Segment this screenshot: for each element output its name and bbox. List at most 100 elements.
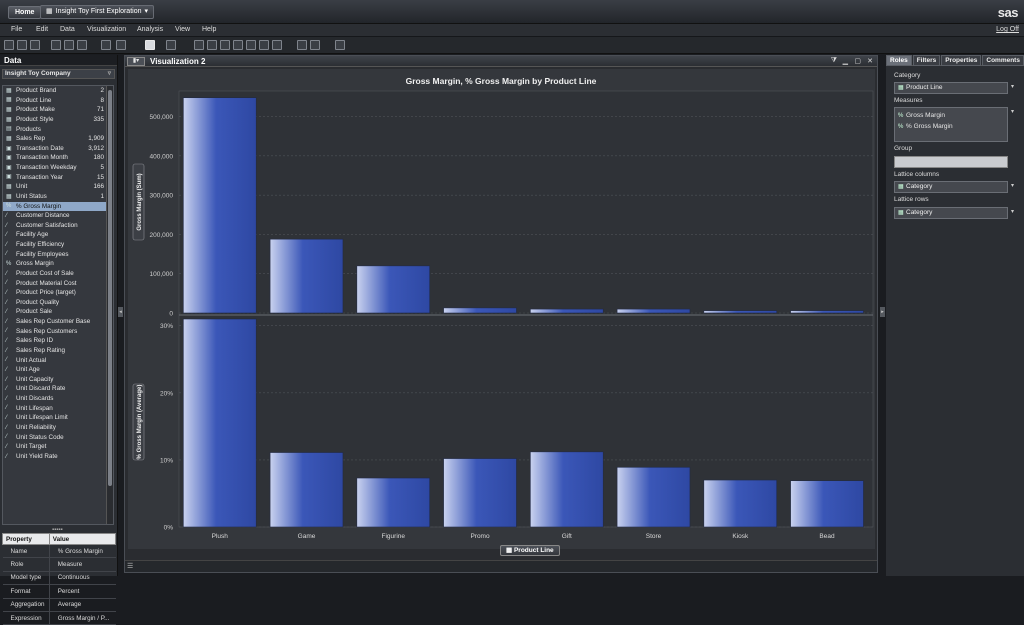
paste-icon[interactable]	[116, 40, 126, 50]
category-role-field[interactable]: ▦ Product Line	[894, 82, 1008, 94]
property-row[interactable]: Expression Gross Margin / P...	[2, 611, 116, 625]
data-item[interactable]: ⁄ Unit Target	[3, 442, 113, 452]
data-item[interactable]: ⁄ Unit Discard Rate	[3, 384, 113, 394]
data-item[interactable]: ⁄ Unit Lifespan	[3, 404, 113, 414]
data-item[interactable]: ▣ Transaction Weekday 5	[3, 163, 113, 173]
bar-chart-icon[interactable]: ▮▾	[127, 57, 145, 66]
data-item[interactable]: ▣ Transaction Month 180	[3, 153, 113, 163]
measure-item[interactable]: % Gross Margin	[898, 110, 1004, 121]
property-row[interactable]: Aggregation Average	[2, 598, 116, 612]
data-item[interactable]: ⁄ Unit Discards	[3, 394, 113, 404]
data-item[interactable]: % % Gross Margin	[3, 201, 113, 212]
tab-properties[interactable]: Properties	[941, 55, 982, 66]
data-item[interactable]: ⁄ Product Material Cost	[3, 279, 113, 289]
menu-view[interactable]: View	[175, 26, 190, 33]
collapse-right-icon[interactable]: ▸	[880, 307, 885, 317]
measure-item[interactable]: %% Gross Margin	[898, 121, 1004, 132]
data-item[interactable]: ⁄ Unit Status Code	[3, 433, 113, 443]
brush-icon[interactable]	[166, 40, 176, 50]
chevron-down-icon[interactable]: ▾	[1011, 83, 1014, 90]
data-item[interactable]: ▦ Product Make 71	[3, 105, 113, 115]
property-row[interactable]: Format Percent	[2, 584, 116, 599]
bar-chart-icon[interactable]	[220, 40, 230, 50]
data-item[interactable]: ▣ Transaction Year 15	[3, 173, 113, 183]
data-item[interactable]: ▣ Transaction Date 3,912	[3, 144, 113, 154]
data-item[interactable]: ⁄ Unit Yield Rate	[3, 452, 113, 462]
data-list-scrollbar[interactable]	[106, 86, 113, 524]
chevron-down-icon[interactable]: ▾	[144, 6, 148, 18]
bubble-icon[interactable]	[259, 40, 269, 50]
data-item[interactable]: ▦ Product Brand 2	[3, 86, 113, 96]
data-item[interactable]: ▦ Unit 166	[3, 182, 113, 192]
menu-file[interactable]: File	[11, 26, 22, 33]
data-item[interactable]: ▦ Unit Status 1	[3, 192, 113, 202]
chevron-down-icon[interactable]: ▾	[1011, 108, 1014, 115]
home-button[interactable]: Home	[8, 6, 42, 19]
data-item[interactable]: ⁄ Product Sale	[3, 307, 113, 317]
data-item[interactable]: ⁄ Unit Capacity	[3, 375, 113, 385]
data-item[interactable]: ⁄ Customer Distance	[3, 211, 113, 221]
data-item[interactable]: ⁄ Sales Rep Customers	[3, 327, 113, 337]
data-item[interactable]: ⁄ Unit Age	[3, 365, 113, 375]
box-plot-icon[interactable]	[297, 40, 307, 50]
table-icon[interactable]	[194, 40, 204, 50]
category-legend-chip[interactable]: ▦ Product Line	[500, 545, 560, 556]
chevron-down-icon[interactable]: ▾	[1011, 208, 1014, 215]
data-item[interactable]: ⁄ Product Cost of Sale	[3, 269, 113, 279]
lattice-columns-field[interactable]: ▦ Category	[894, 181, 1008, 193]
measures-role-field[interactable]: % Gross Margin %% Gross Margin	[894, 107, 1008, 142]
data-item[interactable]: ▦ Product Style 335	[3, 115, 113, 125]
data-item[interactable]: ⁄ Unit Lifespan Limit	[3, 413, 113, 423]
data-item[interactable]: ⁄ Sales Rep Rating	[3, 346, 113, 356]
chevron-down-icon[interactable]: ▾	[1011, 182, 1014, 189]
heatmap-icon[interactable]	[310, 40, 320, 50]
crosstab-icon[interactable]	[207, 40, 217, 50]
open-icon[interactable]	[17, 40, 27, 50]
document-tab[interactable]: ▦ Insight Toy First Exploration ▾	[40, 5, 154, 19]
menu-analysis[interactable]: Analysis	[137, 26, 163, 33]
menu-help[interactable]: Help	[202, 26, 216, 33]
data-item[interactable]: ▤ Products	[3, 125, 113, 135]
data-item[interactable]: ⁄ Customer Satisfaction	[3, 221, 113, 231]
network-icon[interactable]	[272, 40, 282, 50]
data-source-select[interactable]: Insight Toy Company ▿	[2, 69, 115, 79]
scatter-icon[interactable]	[246, 40, 256, 50]
close-icon[interactable]: ✕	[867, 57, 873, 65]
pointer-icon[interactable]	[145, 40, 155, 50]
property-row[interactable]: Name% Gross Margin	[2, 544, 116, 559]
undo-icon[interactable]	[51, 40, 61, 50]
layout-icon[interactable]	[335, 40, 345, 50]
data-item[interactable]: ⁄ Product Quality	[3, 298, 113, 308]
export-icon[interactable]	[77, 40, 87, 50]
scrollbar-thumb[interactable]	[108, 90, 112, 486]
minimize-icon[interactable]: ▁	[843, 57, 848, 65]
property-header[interactable]: Property	[2, 533, 50, 545]
new-icon[interactable]	[4, 40, 14, 50]
log-off-link[interactable]: Log Off	[996, 26, 1019, 33]
redo-icon[interactable]	[64, 40, 74, 50]
data-item[interactable]: ⁄ Sales Rep Customer Base	[3, 317, 113, 327]
data-item[interactable]: ⁄ Facility Employees	[3, 250, 113, 260]
menu-visualization[interactable]: Visualization	[87, 26, 126, 33]
lattice-rows-field[interactable]: ▦ Category	[894, 207, 1008, 219]
property-row[interactable]: Model type Continuous	[2, 571, 116, 586]
menu-edit[interactable]: Edit	[36, 26, 48, 33]
data-item[interactable]: ⁄ Sales Rep ID	[3, 336, 113, 346]
data-item[interactable]: ⁄ Facility Age	[3, 230, 113, 240]
copy-icon[interactable]	[101, 40, 111, 50]
menu-data[interactable]: Data	[60, 26, 75, 33]
data-item[interactable]: ▦ Sales Rep 1,909	[3, 134, 113, 144]
data-item[interactable]: ⁄ Unit Actual	[3, 356, 113, 366]
data-item[interactable]: % Gross Margin	[3, 259, 113, 269]
tab-filters[interactable]: Filters	[912, 55, 941, 66]
line-chart-icon[interactable]	[233, 40, 243, 50]
save-icon[interactable]	[30, 40, 40, 50]
list-icon[interactable]: ☰	[127, 562, 133, 570]
data-item[interactable]: ⁄ Facility Efficiency	[3, 240, 113, 250]
data-item[interactable]: ▦ Product Line 8	[3, 96, 113, 106]
filter-icon[interactable]: ⧩	[831, 57, 837, 65]
tab-comments[interactable]: Comments	[982, 55, 1024, 66]
data-item[interactable]: ⁄ Unit Reliability	[3, 423, 113, 433]
collapse-left-icon[interactable]: ◂	[118, 307, 123, 317]
maximize-icon[interactable]: ▢	[854, 57, 861, 65]
